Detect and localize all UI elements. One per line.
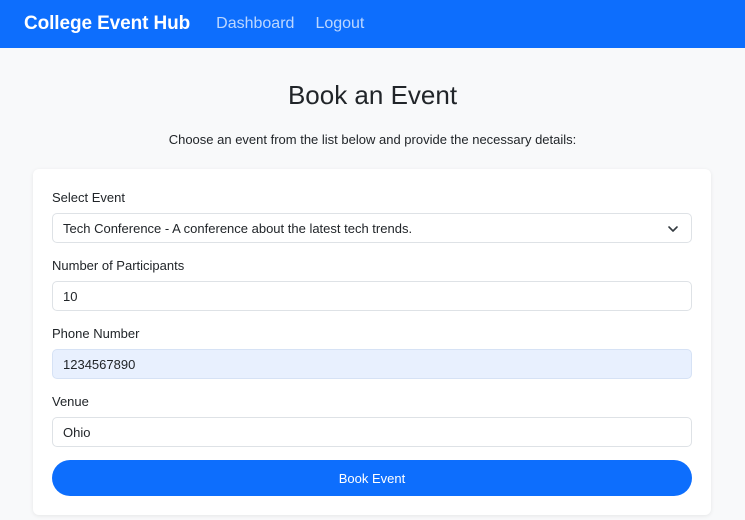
top-navbar: College Event Hub Dashboard Logout: [0, 0, 745, 48]
venue-input[interactable]: Ohio: [52, 417, 692, 447]
book-event-button[interactable]: Book Event: [52, 460, 692, 496]
page-title: Book an Event: [287, 80, 458, 110]
participants-label: Number of Participants: [52, 258, 185, 273]
nav-link-logout[interactable]: Logout: [315, 15, 364, 33]
participants-input[interactable]: 10: [52, 281, 692, 311]
venue-label: Venue: [52, 394, 89, 409]
brand-logo-text[interactable]: College Event Hub: [24, 13, 190, 35]
phone-number-label: Phone Number: [52, 326, 140, 341]
chevron-down-icon: [668, 226, 678, 232]
nav-link-dashboard[interactable]: Dashboard: [216, 15, 294, 33]
booking-form-card: Select Event Tech Conference - A confere…: [33, 169, 711, 515]
phone-number-value: 1234567890: [63, 356, 136, 372]
participants-value: 10: [63, 288, 78, 304]
page-subtitle: Choose an event from the list below and …: [168, 132, 577, 147]
select-event-dropdown[interactable]: Tech Conference - A conference about the…: [52, 213, 692, 243]
venue-value: Ohio: [63, 424, 91, 440]
phone-number-input[interactable]: 1234567890: [52, 349, 692, 379]
select-event-label: Select Event: [52, 190, 125, 205]
select-event-value: Tech Conference - A conference about the…: [63, 220, 413, 236]
